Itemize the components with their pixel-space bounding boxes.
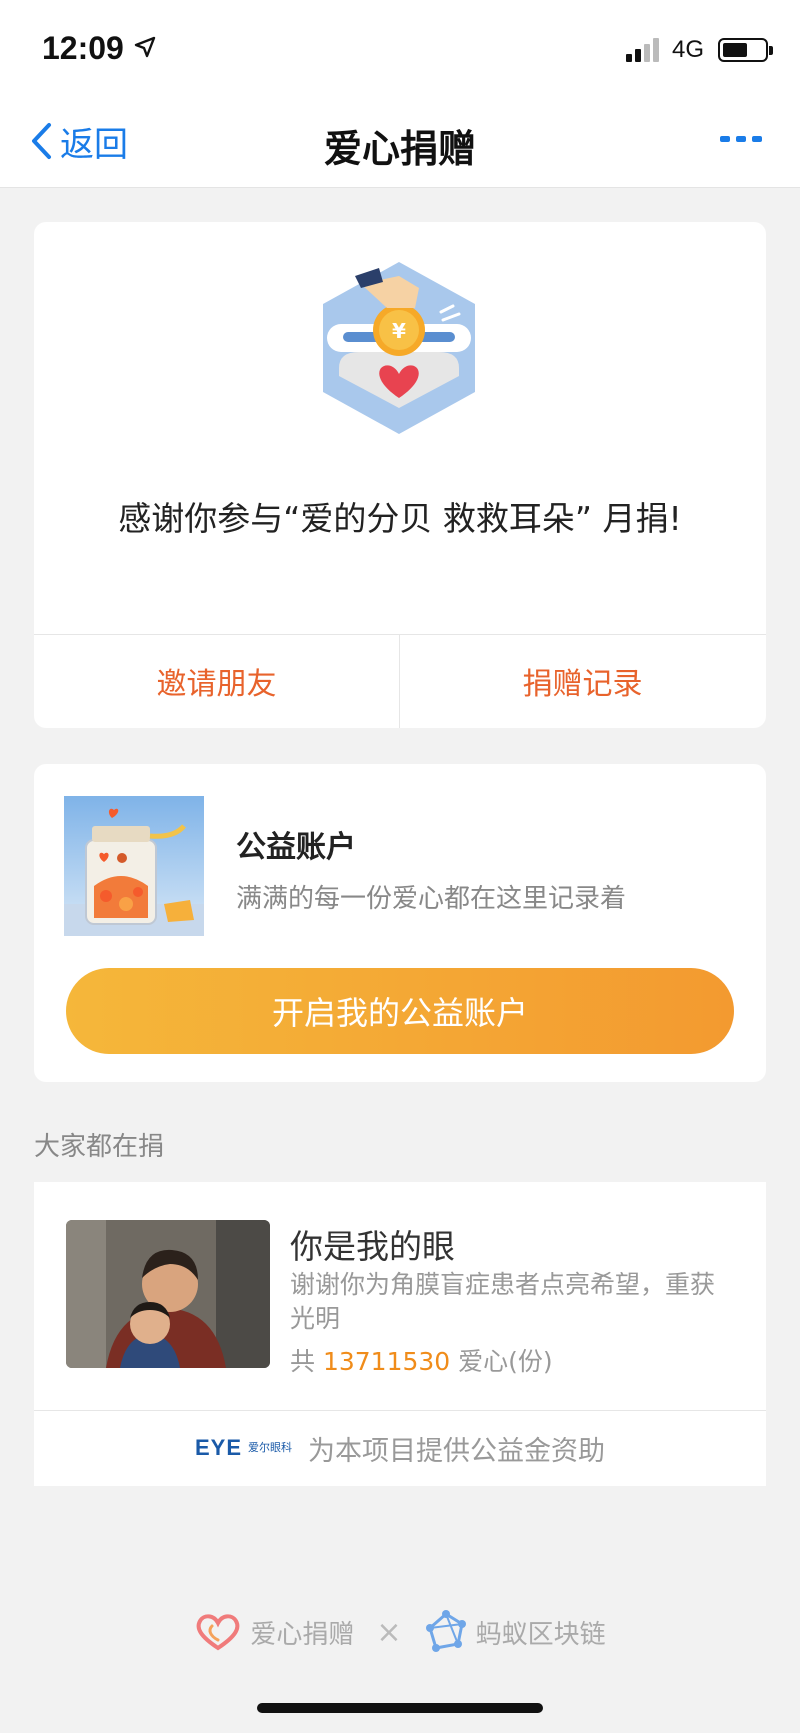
status-bar: 12:09 4G (0, 0, 800, 96)
sponsor-row: EYE 爱尔眼科 为本项目提供公益金资助 (34, 1410, 766, 1486)
sponsor-text: 为本项目提供公益金资助 (308, 1435, 606, 1467)
footer-separator: × (376, 1614, 402, 1650)
thanks-card: ¥ 感谢你参与“爱的分贝 救救耳朵” 月捐! 邀请朋友 捐赠记录 (34, 222, 766, 728)
project-card[interactable]: 你是我的眼 谢谢你为角膜盲症患者点亮希望，重获光明 共 13711530 爱心(… (34, 1182, 766, 1486)
footer-left-label: 爱心捐赠 (250, 1619, 355, 1650)
section-label: 大家都在捐 (34, 1132, 165, 1162)
battery-icon (718, 38, 773, 62)
status-time: 12:09 (42, 30, 124, 66)
svg-text:¥: ¥ (392, 319, 406, 343)
signal-icon (626, 38, 664, 62)
location-arrow-icon (134, 36, 156, 58)
more-dots-icon[interactable] (720, 136, 762, 142)
charity-account-card: 公益账户 满满的每一份爱心都在这里记录着 开启我的公益账户 (34, 764, 766, 1082)
footer-left: 爱心捐赠 (194, 1612, 354, 1652)
donation-box-icon: ¥ (323, 262, 475, 434)
count-number: 13711530 (322, 1347, 451, 1376)
aier-eye-logo: EYE 爱尔眼科 (195, 1435, 292, 1461)
count-prefix: 共 (290, 1347, 316, 1376)
love-jar-image (64, 796, 204, 936)
logo-text: EYE (194, 1435, 243, 1460)
footer-right: 蚂蚁区块链 (424, 1610, 606, 1654)
open-account-button[interactable]: 开启我的公益账户 (66, 968, 734, 1054)
blockchain-logo-icon (425, 1610, 466, 1652)
nav-bar: 返回 爱心捐赠 (0, 96, 800, 188)
invite-friends-button[interactable]: 邀请朋友 (34, 634, 399, 728)
logo-cn: 爱尔眼科 (248, 1441, 293, 1454)
project-description: 谢谢你为角膜盲症患者点亮希望，重获光明 (290, 1270, 716, 1333)
account-title: 公益账户 (236, 830, 356, 865)
thanks-message: 感谢你参与“爱的分贝 救救耳朵” 月捐! (118, 499, 682, 538)
page-title: 爱心捐赠 (323, 127, 476, 171)
count-suffix: 爱心(份) (458, 1347, 553, 1376)
donation-record-button[interactable]: 捐赠记录 (400, 634, 765, 728)
project-photo (66, 1220, 270, 1368)
footer-brand: 爱心捐赠 × 蚂蚁区块链 (0, 1610, 800, 1654)
heart-logo-icon (197, 1614, 240, 1651)
network-type: 4G (672, 36, 705, 63)
home-indicator[interactable] (257, 1703, 543, 1713)
donation-count: 共 13711530 爱心(份) (290, 1342, 553, 1378)
footer-right-label: 蚂蚁区块链 (475, 1619, 606, 1650)
account-subtitle: 满满的每一份爱心都在这里记录着 (236, 884, 627, 914)
project-title: 你是我的眼 (290, 1227, 455, 1266)
